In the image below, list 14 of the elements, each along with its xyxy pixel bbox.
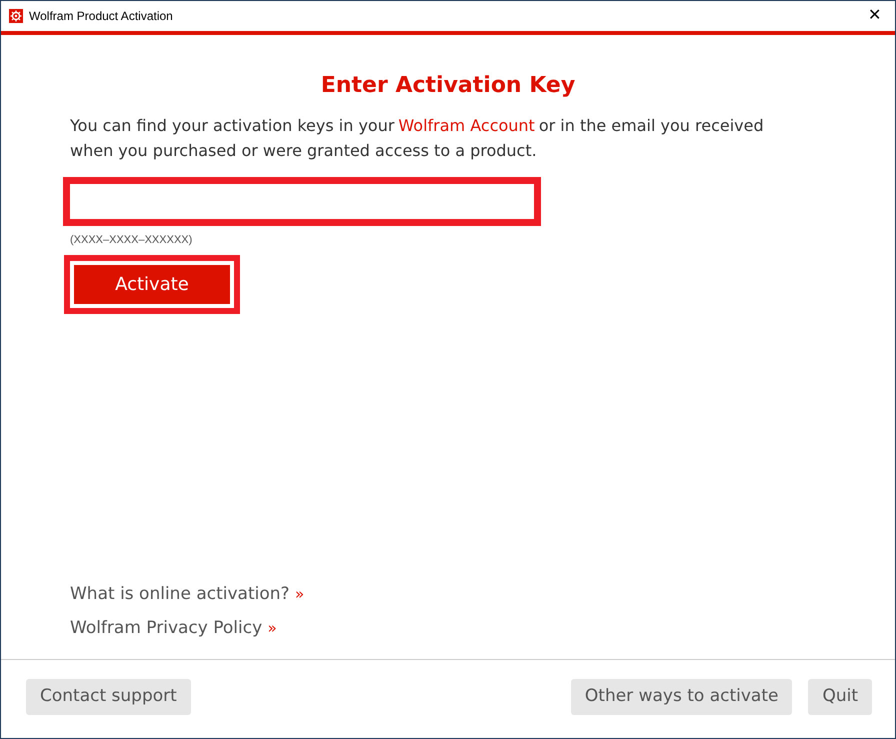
footer-button[interactable]: Other ways to activate (570, 679, 792, 715)
help-link[interactable]: What is online activation? » (70, 582, 304, 608)
app-logo-icon (9, 9, 23, 23)
key-format-hint: (XXXX–XXXX–XXXXXX) (70, 233, 194, 248)
window-title: Wolfram Product Activation (29, 8, 173, 25)
instructions-text: You can find your activation keys in your Wolfram Account or in the email you received when you purchased or were granted access to a product. (70, 115, 765, 162)
account-link[interactable]: Wolfram Account (398, 116, 535, 136)
footer-button[interactable]: Contact support (26, 679, 191, 715)
help-link[interactable]: Wolfram Privacy Policy » (70, 616, 277, 641)
activation-key-field[interactable] (63, 177, 541, 226)
activate-button[interactable]: Activate (64, 254, 240, 314)
footer-button[interactable]: Quit (808, 679, 872, 715)
page-heading: Enter Activation Key (320, 73, 576, 100)
close-button[interactable]: ✕ (854, 4, 895, 28)
